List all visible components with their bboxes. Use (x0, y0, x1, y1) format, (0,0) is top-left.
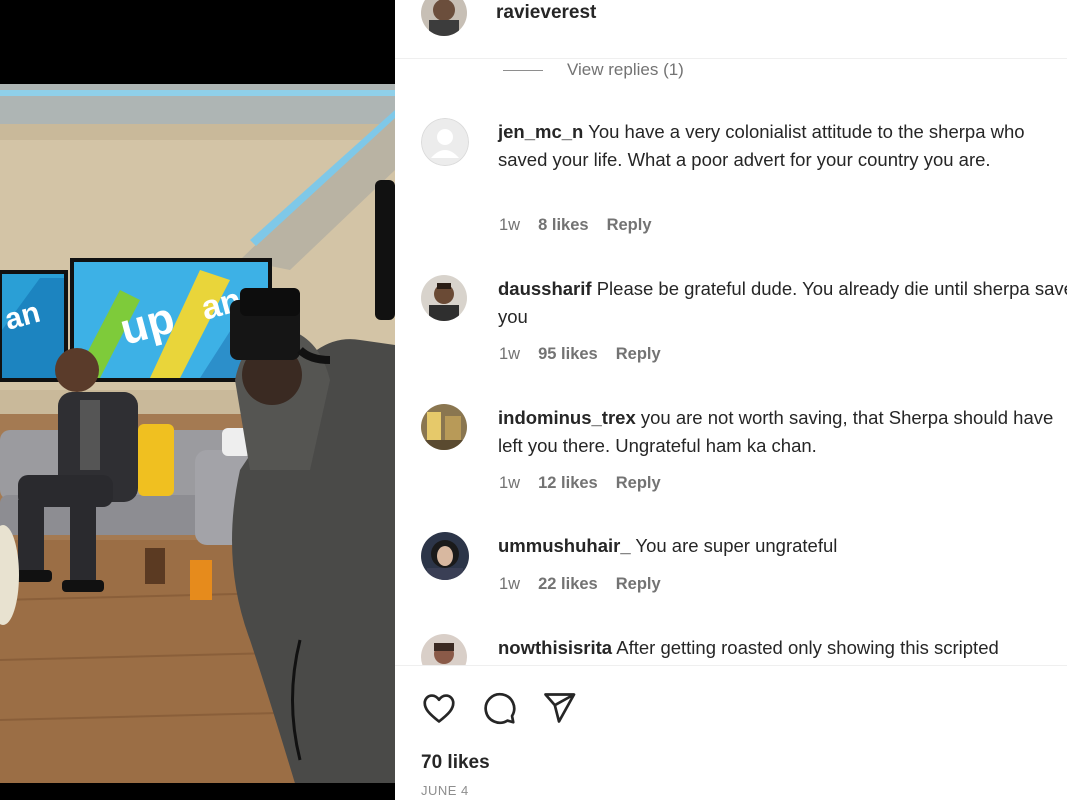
post-likes-count[interactable]: 70 likes (421, 752, 490, 774)
comments-list[interactable]: View replies (1) jen_mc_n You have a ver… (395, 58, 1067, 665)
comment-bubble-icon[interactable] (479, 688, 519, 728)
reply-button[interactable]: Reply (616, 575, 661, 594)
user-avatar[interactable] (421, 275, 467, 321)
comment-body: indominus_trex you are not worth saving,… (498, 404, 1067, 460)
comment-body: daussharif Please be grateful dude. You … (498, 275, 1067, 331)
comment-username[interactable]: nowthisisrita (498, 637, 612, 658)
comment-body: nowthisisrita After getting roasted only… (498, 634, 1067, 662)
default-avatar-icon[interactable] (421, 118, 469, 166)
comment-time: 1w (499, 345, 521, 363)
replies-dash (503, 69, 543, 71)
heart-icon[interactable] (419, 688, 459, 728)
user-avatar[interactable] (421, 532, 469, 580)
post-actions (419, 688, 579, 728)
user-avatar[interactable] (421, 404, 467, 450)
post-side-panel: ravieverest View replies (1) jen_mc_n Yo… (395, 0, 1067, 800)
comment-username[interactable]: ummushuhair_ (498, 535, 631, 556)
author-avatar[interactable] (421, 0, 467, 36)
comment-body: ummushuhair_ You are super ungrateful (498, 532, 1067, 560)
comment-text: After getting roasted only showing this … (616, 637, 999, 658)
reply-button[interactable]: Reply (616, 474, 661, 493)
comment-meta: 1w 95 likes Reply (499, 345, 661, 364)
reply-button[interactable]: Reply (607, 216, 652, 235)
comment-text: You are super ungrateful (635, 535, 838, 556)
comment-username[interactable]: indominus_trex (498, 407, 636, 428)
author-username[interactable]: ravieverest (496, 2, 596, 24)
post-header: ravieverest (395, 0, 1067, 59)
comment-time: 1w (499, 216, 521, 234)
send-paper-plane-icon[interactable] (539, 688, 579, 728)
post-image: up an an (0, 0, 395, 800)
actions-divider (395, 665, 1067, 666)
post-date: JUNE 4 (421, 783, 469, 798)
comment-likes[interactable]: 95 likes (538, 345, 598, 364)
user-avatar[interactable] (421, 634, 467, 665)
view-replies-button[interactable]: View replies (1) (503, 59, 684, 81)
comment-username[interactable]: daussharif (498, 278, 592, 299)
comment-likes[interactable]: 8 likes (538, 216, 588, 235)
comment-meta: 1w 22 likes Reply (499, 575, 661, 594)
reply-button[interactable]: Reply (616, 345, 661, 364)
comment-username[interactable]: jen_mc_n (498, 121, 583, 142)
view-replies-label: View replies (1) (567, 60, 684, 79)
comment-time: 1w (499, 474, 521, 492)
comment-likes[interactable]: 12 likes (538, 474, 598, 493)
comment-body: jen_mc_n You have a very colonialist att… (498, 118, 1067, 174)
comment-likes[interactable]: 22 likes (538, 575, 598, 594)
comment-time: 1w (499, 575, 521, 593)
comment-meta: 1w 8 likes Reply (499, 216, 652, 235)
comment-meta: 1w 12 likes Reply (499, 474, 661, 493)
